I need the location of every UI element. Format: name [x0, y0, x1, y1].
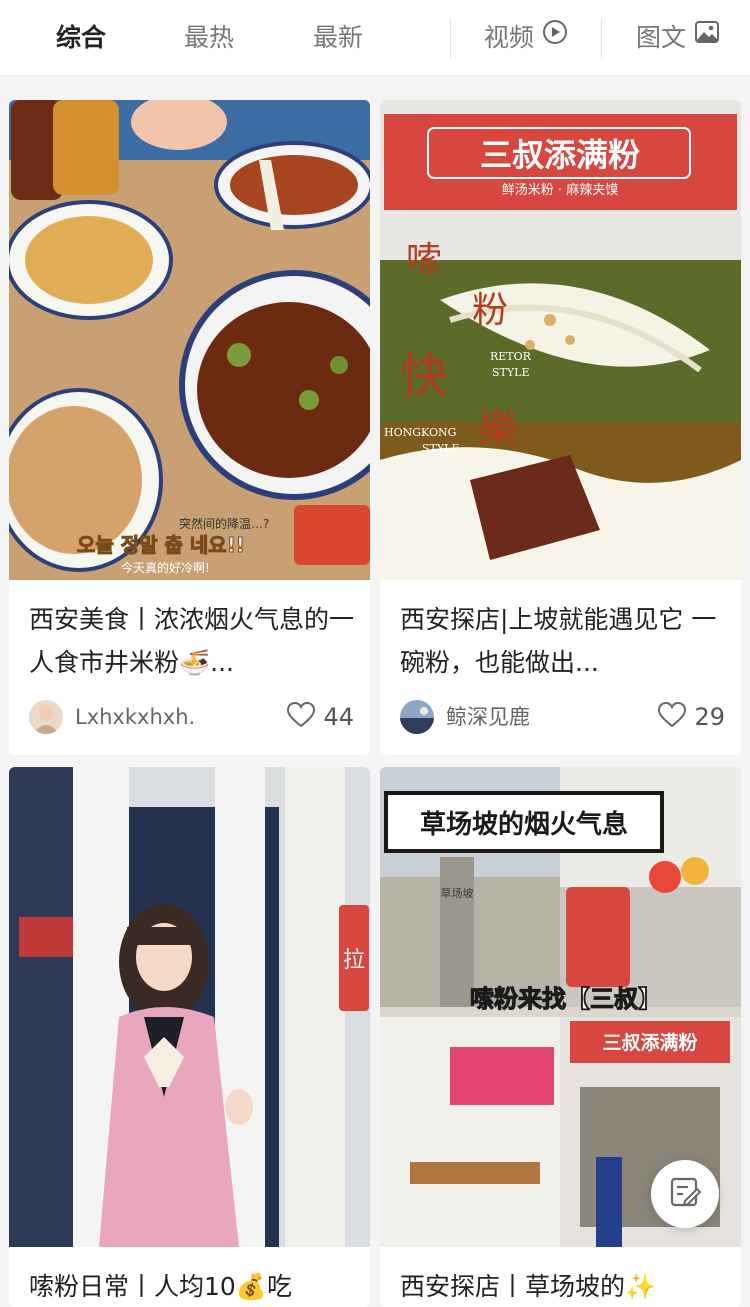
note-card[interactable]: 三叔添满粉 鲜汤米粉 · 麻辣夹馍 嗦 粉 快 樂 RETOR STYLE HO… — [380, 100, 741, 755]
edit-note-button[interactable] — [651, 1160, 719, 1228]
avatar[interactable] — [400, 700, 434, 734]
tab-image-text[interactable]: 图文 — [636, 0, 720, 76]
image-icon — [694, 0, 720, 75]
note-card[interactable]: 拉 嗦粉日常丨人均10💰吃 — [9, 767, 370, 1307]
cover-text: 今天真的好冷啊! — [121, 560, 210, 575]
heart-icon — [287, 701, 316, 732]
author-name[interactable]: 鲸深见鹿 — [446, 698, 530, 736]
like-count: 29 — [694, 703, 725, 731]
tab-image-text-label: 图文 — [636, 23, 687, 52]
cover-text: HONGKONG — [384, 426, 456, 439]
cover-text: 快 — [400, 348, 448, 404]
note-title[interactable]: 西安美食丨浓浓烟火气息的一人食市井米粉🍜... — [29, 598, 354, 684]
cover-text: 突然间的降温…? — [179, 516, 269, 531]
tab-divider — [601, 18, 602, 58]
note-card[interactable]: 突然间的降温…? 오늘 정말 춥 네요!! 今天真的好冷啊! 西安美食丨浓浓烟火… — [9, 100, 370, 755]
cover-text: 樂 — [478, 406, 518, 452]
cover-text: 嗦粉来找【三叔】 — [470, 985, 662, 1013]
cover-text: 草场坡 — [441, 886, 474, 900]
like-button[interactable]: 44 — [287, 698, 354, 736]
cover-text: STYLE — [422, 442, 459, 455]
play-circle-icon — [542, 0, 568, 75]
edit-note-icon — [668, 1175, 702, 1213]
cover-text: STYLE — [492, 366, 529, 379]
note-cover-image[interactable]: 突然间的降温…? 오늘 정말 춥 네요!! 今天真的好冷啊! — [9, 100, 370, 580]
tab-comprehensive[interactable]: 综合 — [56, 0, 106, 76]
avatar[interactable] — [29, 700, 63, 734]
cover-text: 嗦 — [406, 240, 442, 281]
note-meta: Lxhxkxhxh. 44 — [29, 698, 354, 738]
heart-icon — [658, 701, 687, 732]
note-title[interactable]: 嗦粉日常丨人均10💰吃 — [29, 1265, 354, 1307]
tab-divider — [450, 18, 451, 58]
note-cover-image[interactable]: 拉 — [9, 767, 370, 1247]
like-count: 44 — [323, 703, 354, 731]
note-title[interactable]: 西安探店丨草场坡的✨ — [400, 1265, 725, 1307]
cover-text: 오늘 정말 춥 네요!! — [77, 533, 245, 557]
cover-text: 三叔添满粉 — [480, 136, 640, 174]
cover-text: 三叔添满粉 — [602, 1031, 697, 1054]
note-cover-image[interactable]: 三叔添满粉 鲜汤米粉 · 麻辣夹馍 嗦 粉 快 樂 RETOR STYLE HO… — [380, 100, 741, 580]
cover-text: RETOR — [490, 350, 532, 363]
note-meta: 鲸深见鹿 29 — [400, 698, 725, 738]
cover-text: 鲜汤米粉 · 麻辣夹馍 — [502, 183, 618, 198]
tab-hottest[interactable]: 最热 — [184, 0, 234, 76]
top-tab-bar: 综合 最热 最新 视频 图文 — [0, 0, 750, 76]
cover-text: 粉 — [472, 290, 508, 331]
tab-newest[interactable]: 最新 — [313, 0, 363, 76]
tab-video[interactable]: 视频 — [484, 0, 568, 76]
cover-text: 拉 — [343, 948, 365, 973]
tab-video-label: 视频 — [484, 23, 535, 52]
like-button[interactable]: 29 — [658, 698, 725, 736]
cover-text: 草场坡的烟火气息 — [420, 809, 628, 840]
author-name[interactable]: Lxhxkxhxh. — [75, 698, 195, 736]
note-title[interactable]: 西安探店|上坡就能遇见它 一碗粉，也能做出... — [400, 598, 725, 684]
